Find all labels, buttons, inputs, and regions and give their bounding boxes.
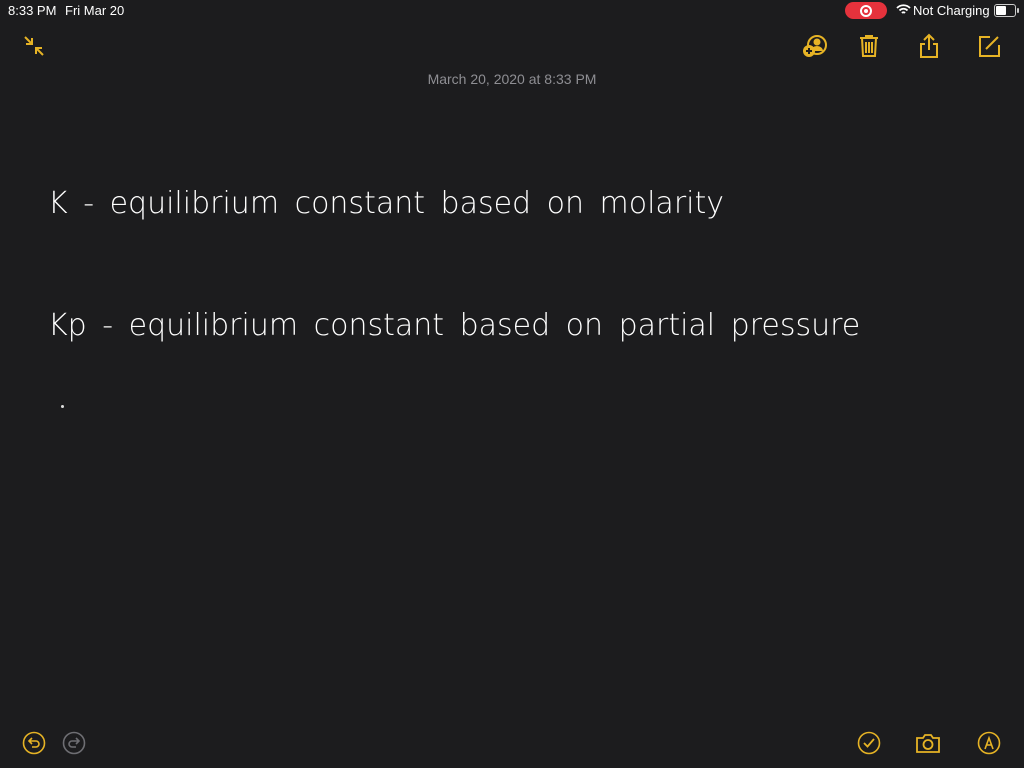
camera-icon[interactable] <box>915 730 941 756</box>
redo-icon[interactable] <box>62 731 86 755</box>
battery-icon <box>994 4 1019 17</box>
collapse-icon[interactable] <box>21 33 47 59</box>
status-time: 8:33 PM <box>8 3 57 18</box>
screen-recording-icon[interactable] <box>845 2 887 19</box>
note-timestamp: March 20, 2020 at 8:33 PM <box>427 71 597 87</box>
compose-icon[interactable] <box>976 33 1002 59</box>
ink-dot <box>61 405 64 408</box>
note-line-2[interactable]: Kp - equilibrium constant based on parti… <box>48 308 988 343</box>
share-icon[interactable] <box>916 33 942 59</box>
checklist-icon[interactable] <box>857 731 881 755</box>
battery-status-text: Not Charging <box>913 3 990 18</box>
trash-icon[interactable] <box>856 33 882 59</box>
undo-icon[interactable] <box>22 731 46 755</box>
wifi-icon <box>896 4 911 14</box>
status-date: Fri Mar 20 <box>65 3 125 18</box>
note-line-1[interactable]: K - equilibrium constant based on molari… <box>48 186 988 221</box>
markup-icon[interactable] <box>977 731 1001 755</box>
add-person-icon[interactable] <box>802 33 828 59</box>
